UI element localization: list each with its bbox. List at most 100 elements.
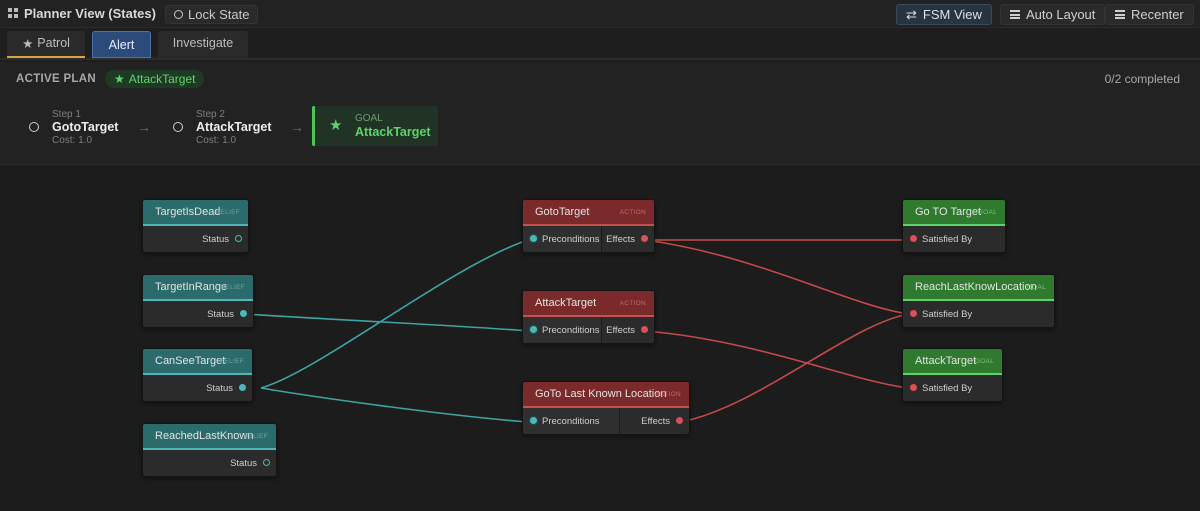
output-port[interactable] [641,326,648,333]
output-port[interactable] [239,384,246,391]
belief-node[interactable]: CanSeeTarget BELIEF Status [142,348,253,402]
star-icon: ★ [329,117,343,134]
star-icon: ★ [114,72,125,86]
port-label: Effects [606,325,635,336]
input-port[interactable] [910,384,917,391]
node-type-tag: GOAL [977,209,997,216]
node-type-tag: ACTION [619,300,646,307]
node-body: Preconditions Effects [523,226,654,252]
tab-alert[interactable]: Alert [92,31,151,58]
input-port[interactable] [910,235,917,242]
goal-node[interactable]: Go TO Target GOAL Satisfied By [902,199,1006,253]
step-name: AttackTarget [196,120,272,134]
belief-node[interactable]: ReachedLastKnown BELIEF Status [142,423,277,477]
input-port[interactable] [530,235,537,242]
node-body: Preconditions Effects [523,408,689,434]
node-title: AttackTarget [535,297,597,309]
plan-goal[interactable]: ★ GOAL AttackTarget [312,106,438,146]
output-port[interactable] [235,235,242,242]
step-name: GotoTarget [52,120,119,134]
port-label: Satisfied By [922,309,973,320]
state-tabs: ★ Patrol Alert Investigate [0,28,1200,60]
fsm-view-label: FSM View [922,7,982,22]
wire [245,313,529,332]
tab-label: Investigate [172,36,234,50]
output-port[interactable] [641,235,648,242]
action-node[interactable]: GoTo Last Known Location ACTION Precondi… [522,381,690,435]
input-port[interactable] [910,310,917,317]
lock-state-toggle[interactable]: Lock State [165,5,259,24]
output-port[interactable] [240,310,247,317]
node-header: AttackTarget ACTION [523,291,654,317]
node-header: ReachLastKnowLocation GOAL [903,275,1054,301]
step-number: Step 1 [52,109,81,120]
belief-node[interactable]: TargetIsDead BELIEF Status [142,199,249,253]
node-body: Status [143,375,252,401]
input-port[interactable] [530,417,537,424]
node-type-tag: GOAL [1026,284,1046,291]
node-type-tag: BELIEF [219,358,244,365]
step-circle-icon [173,122,183,132]
active-plan-panel: ACTIVE PLAN ★ AttackTarget 0/2 completed… [0,62,1200,165]
auto-layout-label: Auto Layout [1026,7,1096,22]
recenter-label: Recenter [1131,7,1184,22]
output-port[interactable] [263,459,270,466]
port-label: Status [202,234,229,245]
window-title: Planner View (States) [8,6,156,21]
output-port[interactable] [676,417,683,424]
graph-canvas[interactable]: TargetIsDead BELIEF Status TargetInRange… [0,166,1200,511]
node-body: Status [143,450,276,476]
action-node[interactable]: AttackTarget ACTION Preconditions Effect… [522,290,655,344]
goal-node[interactable]: ReachLastKnowLocation GOAL Satisfied By [902,274,1055,328]
node-header: Go TO Target GOAL [903,200,1005,226]
arrow-right-icon: → [137,119,151,135]
tab-investigate[interactable]: Investigate [158,31,248,58]
radio-circle-icon [174,10,183,19]
port-label: Status [206,383,233,394]
node-title: TargetIsDead [155,206,221,218]
node-header: GoTo Last Known Location ACTION [523,382,689,408]
swap-arrows-icon: ⇄ [906,6,917,22]
node-title: Go TO Target [915,206,982,218]
port-label: Satisfied By [922,234,973,245]
node-title: AttackTarget [915,355,977,367]
tab-label: Patrol [37,36,70,50]
window-title-text: Planner View (States) [24,6,156,21]
node-header: ReachedLastKnown BELIEF [143,424,276,450]
node-type-tag: GOAL [974,358,994,365]
tab-patrol[interactable]: ★ Patrol [7,31,85,58]
port-label: Status [207,309,234,320]
lock-state-label: Lock State [188,7,250,22]
port-label: Preconditions [542,234,600,245]
goal-label: GOAL [355,113,383,124]
node-body: Satisfied By [903,301,1054,327]
arrow-right-icon: → [290,119,304,135]
active-plan-chip[interactable]: ★ AttackTarget [105,70,205,88]
node-type-tag: BELIEF [243,433,268,440]
fsm-view-button[interactable]: ⇄ FSM View [896,4,992,25]
node-type-tag: BELIEF [215,209,240,216]
node-title: ReachedLastKnown [155,430,254,442]
menu-lines-icon [1115,10,1125,19]
action-node[interactable]: GotoTarget ACTION Preconditions Effects [522,199,655,253]
auto-layout-button[interactable]: Auto Layout [1000,4,1106,25]
node-body: Preconditions Effects [523,317,654,343]
node-body: Status [143,301,253,327]
node-title: TargetInRange [155,281,228,293]
belief-node[interactable]: TargetInRange BELIEF Status [142,274,254,328]
goal-node[interactable]: AttackTarget GOAL Satisfied By [902,348,1003,402]
step-circle-icon [29,122,39,132]
node-header: TargetIsDead BELIEF [143,200,248,226]
menu-lines-icon [1010,10,1020,19]
node-type-tag: ACTION [619,209,646,216]
node-header: TargetInRange BELIEF [143,275,253,301]
wire [645,239,910,315]
node-title: GotoTarget [535,206,590,218]
star-icon: ★ [22,37,34,51]
node-body: Status [143,226,248,252]
node-body: Satisfied By [903,375,1002,401]
port-label: Effects [606,234,635,245]
node-type-tag: ACTION [654,391,681,398]
recenter-button[interactable]: Recenter [1105,4,1194,25]
input-port[interactable] [530,326,537,333]
